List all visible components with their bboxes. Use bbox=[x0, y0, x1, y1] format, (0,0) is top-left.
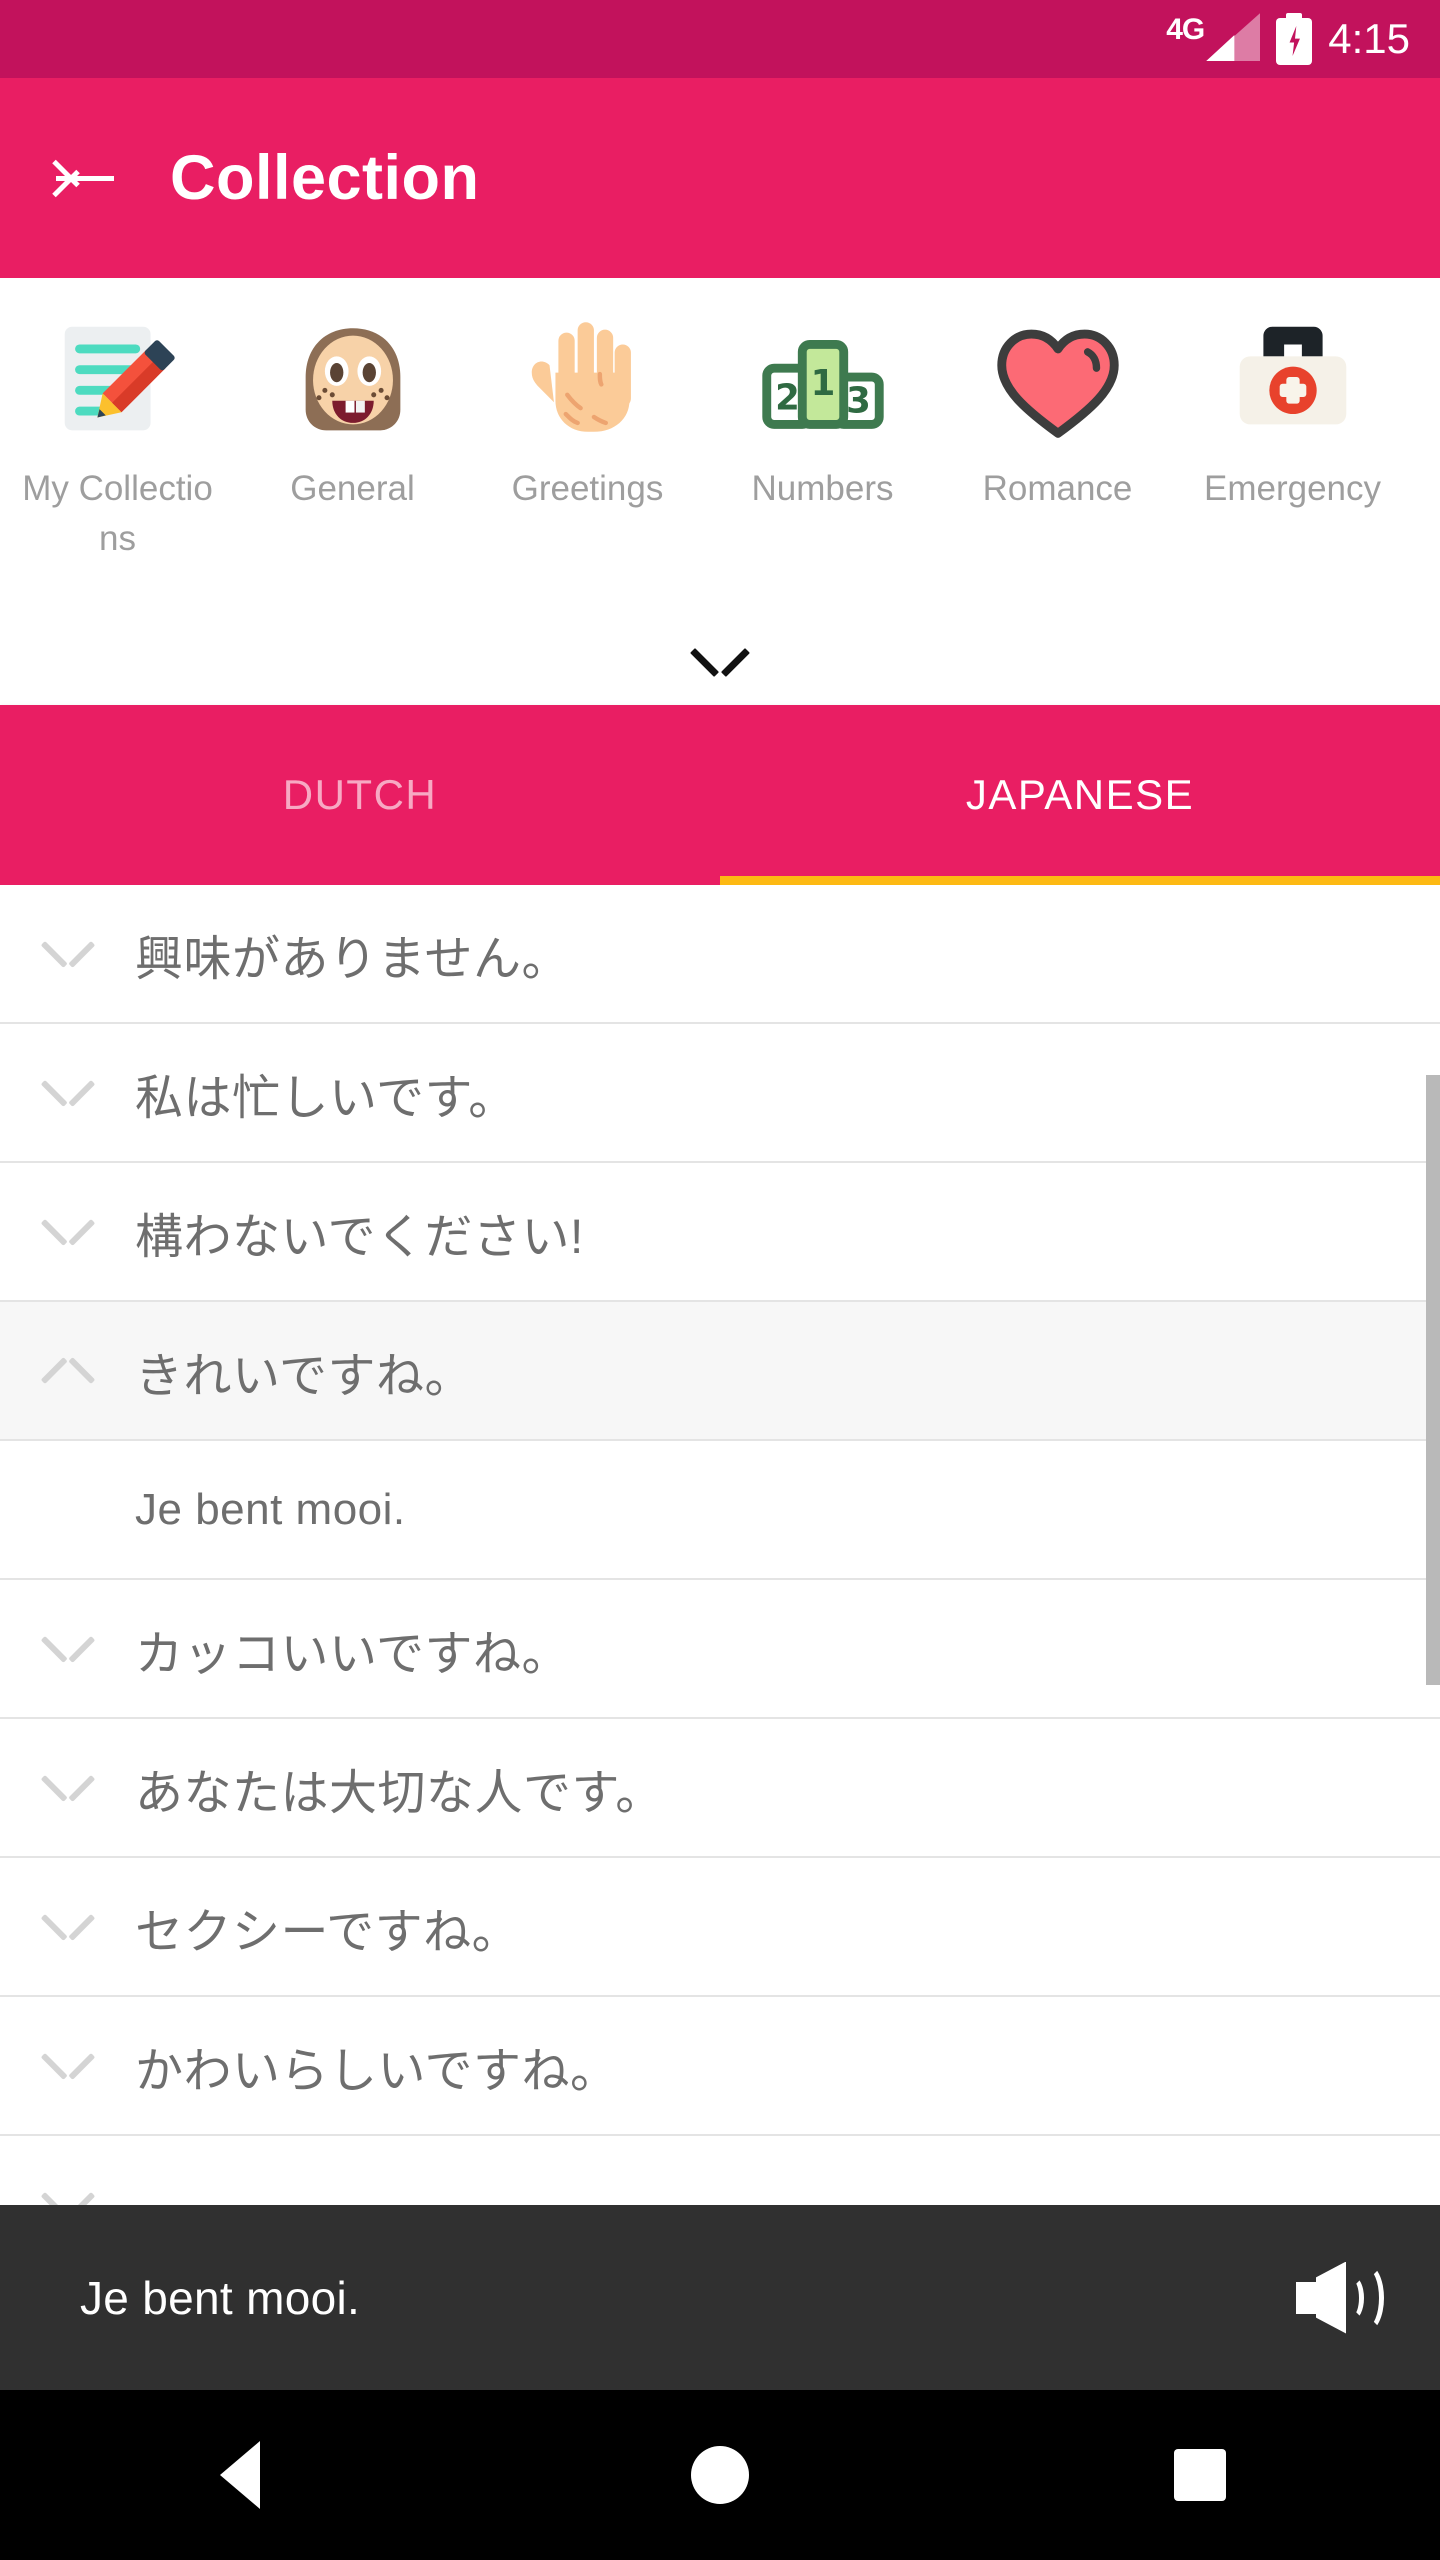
expand-toggle[interactable] bbox=[0, 1774, 135, 1802]
chevron-up-icon bbox=[40, 1356, 95, 1384]
category-label: Romance bbox=[982, 469, 1133, 508]
list-item[interactable] bbox=[0, 2136, 1440, 2205]
memo-pencil-icon bbox=[44, 306, 192, 454]
category-label: Numbers bbox=[751, 469, 894, 508]
phrase-text: あなたは大切な人です。 bbox=[135, 1766, 664, 1820]
list-scrollbar[interactable] bbox=[1426, 1075, 1440, 1685]
tab-japanese-label: JAPANESE bbox=[965, 771, 1195, 818]
list-item[interactable]: あなたは大切な人です。 bbox=[0, 1719, 1440, 1858]
translation-row[interactable]: Je bent mooi. bbox=[0, 1441, 1440, 1580]
phrase-text: 興味がありません。 bbox=[135, 932, 571, 986]
expand-toggle[interactable] bbox=[0, 1079, 135, 1107]
page-title: Collection bbox=[170, 143, 480, 213]
tab-japanese[interactable]: JAPANESE bbox=[720, 705, 1440, 885]
list-item[interactable]: カッコいいですね。 bbox=[0, 1580, 1440, 1719]
nav-home-button[interactable] bbox=[480, 2446, 960, 2504]
phrase-text: かわいらしいですね。 bbox=[135, 2044, 619, 2098]
nav-recents-button[interactable] bbox=[960, 2449, 1440, 2501]
nav-back-triangle-icon bbox=[220, 2441, 260, 2509]
chevron-down-icon bbox=[40, 940, 95, 968]
signal-bars-icon bbox=[1206, 13, 1261, 61]
raised-hand-icon bbox=[514, 306, 662, 454]
active-tab-indicator bbox=[720, 876, 1440, 885]
list-item[interactable]: セクシーですね。 bbox=[0, 1858, 1440, 1997]
list-item[interactable]: 興味がありません。 bbox=[0, 885, 1440, 1024]
category-item-emergency[interactable]: Emergency bbox=[1175, 306, 1410, 564]
expand-toggle[interactable] bbox=[0, 940, 135, 968]
audio-playback-bar: Je bent mooi. bbox=[0, 2205, 1440, 2390]
phrase-text: きれいですね。 bbox=[135, 1349, 474, 1403]
speaker-volume-icon[interactable] bbox=[1292, 2261, 1384, 2334]
category-label: Greetings bbox=[511, 469, 664, 508]
expand-toggle[interactable] bbox=[0, 1218, 135, 1246]
svg-text:1: 1 bbox=[810, 363, 835, 404]
category-item-numbers[interactable]: 2 1 3 Numbers bbox=[705, 306, 940, 564]
phrase-text: カッコいいですね。 bbox=[135, 1627, 571, 1681]
collapse-toggle[interactable] bbox=[0, 1356, 135, 1384]
chevron-down-icon bbox=[40, 1218, 95, 1246]
phrasebook-collection-screen: 4G 4:15 Collection My Collections Genera… bbox=[0, 0, 1440, 2560]
expand-toggle[interactable] bbox=[0, 1913, 135, 1941]
expand-categories-button[interactable] bbox=[0, 619, 1440, 705]
chevron-down-icon bbox=[40, 1079, 95, 1107]
mobile-network-indicator: 4G bbox=[1166, 13, 1261, 65]
category-item-general[interactable]: General bbox=[235, 306, 470, 564]
phrase-text: 構わないでください! bbox=[135, 1210, 584, 1264]
android-navigation-bar bbox=[0, 2390, 1440, 2560]
expand-toggle[interactable] bbox=[0, 2052, 135, 2080]
podium-123-icon: 2 1 3 bbox=[749, 306, 897, 454]
app-bar: Collection bbox=[0, 78, 1440, 278]
category-label: My Collections bbox=[22, 469, 213, 558]
now-playing-text: Je bent mooi. bbox=[80, 2271, 361, 2324]
chevron-down-icon bbox=[690, 648, 750, 677]
category-item-my-collections[interactable]: My Collections bbox=[0, 306, 235, 564]
status-bar: 4G 4:15 bbox=[0, 0, 1440, 78]
expand-toggle[interactable] bbox=[0, 1635, 135, 1663]
tab-dutch[interactable]: DUTCH bbox=[0, 705, 720, 885]
phrase-text: セクシーですね。 bbox=[135, 1905, 521, 1959]
chevron-down-icon bbox=[40, 2052, 95, 2080]
list-item[interactable]: かわいらしいですね。 bbox=[0, 1997, 1440, 2136]
category-label: Emergency bbox=[1203, 469, 1382, 508]
back-button[interactable] bbox=[0, 78, 170, 278]
list-item[interactable]: 私は忙しいです。 bbox=[0, 1024, 1440, 1163]
chevron-down-icon bbox=[40, 1774, 95, 1802]
network-type-label: 4G bbox=[1166, 13, 1205, 46]
first-aid-kit-icon bbox=[1219, 306, 1367, 454]
list-item[interactable]: 構わないでください! bbox=[0, 1163, 1440, 1302]
translation-text: Je bent mooi. bbox=[135, 1484, 406, 1534]
chevron-down-icon bbox=[40, 1635, 95, 1663]
chevron-down-icon bbox=[40, 2191, 95, 2205]
list-item-selected[interactable]: きれいですね。 bbox=[0, 1302, 1440, 1441]
chevron-down-icon bbox=[40, 1913, 95, 1941]
svg-text:3: 3 bbox=[846, 381, 871, 422]
language-tab-bar: DUTCH JAPANESE bbox=[0, 705, 1440, 885]
category-item-greetings[interactable]: Greetings bbox=[470, 306, 705, 564]
phrase-list[interactable]: 興味がありません。 私は忙しいです。 構わないでください! きれいですね。 Je… bbox=[0, 885, 1440, 2205]
category-strip: My Collections General Greetings 2 1 3 N… bbox=[0, 278, 1440, 705]
nav-home-circle-icon bbox=[691, 2446, 749, 2504]
category-label: General bbox=[290, 469, 415, 508]
svg-text:2: 2 bbox=[775, 378, 800, 419]
heart-icon bbox=[984, 306, 1132, 454]
girl-face-icon bbox=[279, 306, 427, 454]
nav-back-button[interactable] bbox=[0, 2441, 480, 2509]
category-item-romance[interactable]: Romance bbox=[940, 306, 1175, 564]
arrow-left-icon bbox=[52, 154, 116, 202]
battery-charging-icon bbox=[1276, 13, 1313, 65]
phrase-text: 私は忙しいです。 bbox=[135, 1071, 517, 1125]
expand-toggle[interactable] bbox=[0, 2191, 135, 2205]
status-bar-clock: 4:15 bbox=[1328, 15, 1410, 62]
nav-recents-square-icon bbox=[1174, 2449, 1226, 2501]
